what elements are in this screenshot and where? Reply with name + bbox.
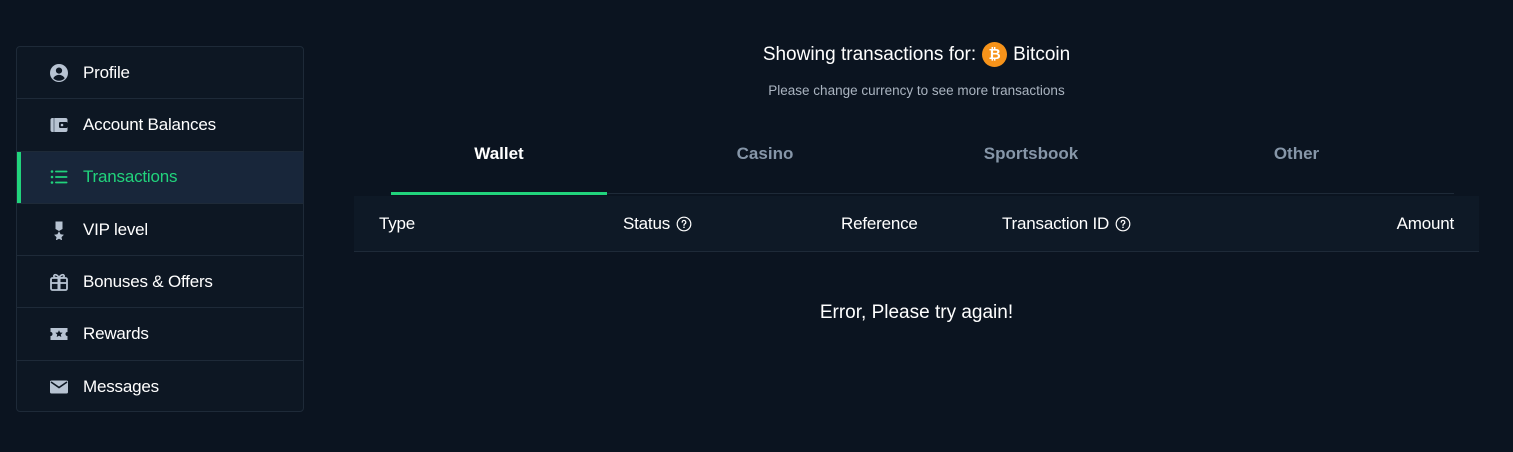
- help-circle-icon[interactable]: [1115, 216, 1131, 232]
- sidebar-item-label: Profile: [83, 62, 130, 82]
- column-header-label: Amount: [1396, 214, 1455, 233]
- column-header-transaction-id: Transaction ID: [1002, 196, 1131, 252]
- list-icon: [49, 167, 69, 187]
- error-message: Error, Please try again!: [819, 302, 1014, 323]
- column-header-status: Status: [623, 196, 692, 252]
- sidebar-item-account-balances[interactable]: Account Balances: [17, 99, 303, 152]
- sidebar-item-profile[interactable]: Profile: [17, 47, 303, 100]
- currency-note: Please change currency to see more trans…: [768, 83, 1065, 98]
- envelope-icon: [49, 377, 69, 397]
- transaction-tabs: Wallet Casino Sportsbook Other: [391, 130, 1454, 195]
- sidebar-item-transactions[interactable]: Transactions: [17, 151, 303, 204]
- sidebar-item-label: Messages: [83, 376, 159, 396]
- help-circle-icon[interactable]: [676, 216, 692, 232]
- column-header-label: Status: [623, 214, 670, 233]
- user-circle-icon: [49, 63, 69, 83]
- star-ticket-icon: [49, 324, 69, 344]
- transactions-table-header: Type Status Reference Transaction ID Amo…: [354, 196, 1479, 252]
- tab-other[interactable]: Other: [1139, 130, 1454, 194]
- wallet-icon: [49, 115, 69, 135]
- column-header-reference: Reference: [841, 196, 918, 252]
- sidebar-item-label: Transactions: [83, 167, 178, 187]
- tab-casino[interactable]: Casino: [607, 130, 923, 194]
- column-header-type: Type: [379, 196, 415, 252]
- account-sidebar: Profile Account Balances Transactions VI…: [16, 46, 304, 412]
- column-header-label: Transaction ID: [1002, 214, 1110, 233]
- medal-icon: [49, 220, 69, 240]
- sidebar-item-messages[interactable]: Messages: [17, 361, 303, 411]
- sidebar-item-rewards[interactable]: Rewards: [17, 308, 303, 361]
- sidebar-item-vip-level[interactable]: VIP level: [17, 204, 303, 257]
- column-header-amount: Amount: [1396, 196, 1455, 252]
- tab-wallet[interactable]: Wallet: [391, 130, 607, 195]
- tab-sportsbook[interactable]: Sportsbook: [923, 130, 1139, 194]
- showing-prefix: Showing transactions for:: [762, 43, 977, 65]
- sidebar-item-label: VIP level: [83, 219, 148, 239]
- sidebar-item-bonuses-offers[interactable]: Bonuses & Offers: [17, 256, 303, 309]
- bitcoin-icon: ₿: [982, 42, 1008, 67]
- sidebar-item-label: Rewards: [83, 324, 149, 344]
- sidebar-item-label: Account Balances: [83, 114, 216, 134]
- sidebar-item-label: Bonuses & Offers: [83, 271, 213, 291]
- column-header-label: Type: [379, 214, 416, 233]
- currency-name: Bitcoin: [1013, 43, 1071, 65]
- column-header-label: Reference: [841, 214, 918, 233]
- gift-icon: [49, 272, 69, 292]
- currency-heading: Showing transactions for: ₿ Bitcoin: [354, 42, 1479, 67]
